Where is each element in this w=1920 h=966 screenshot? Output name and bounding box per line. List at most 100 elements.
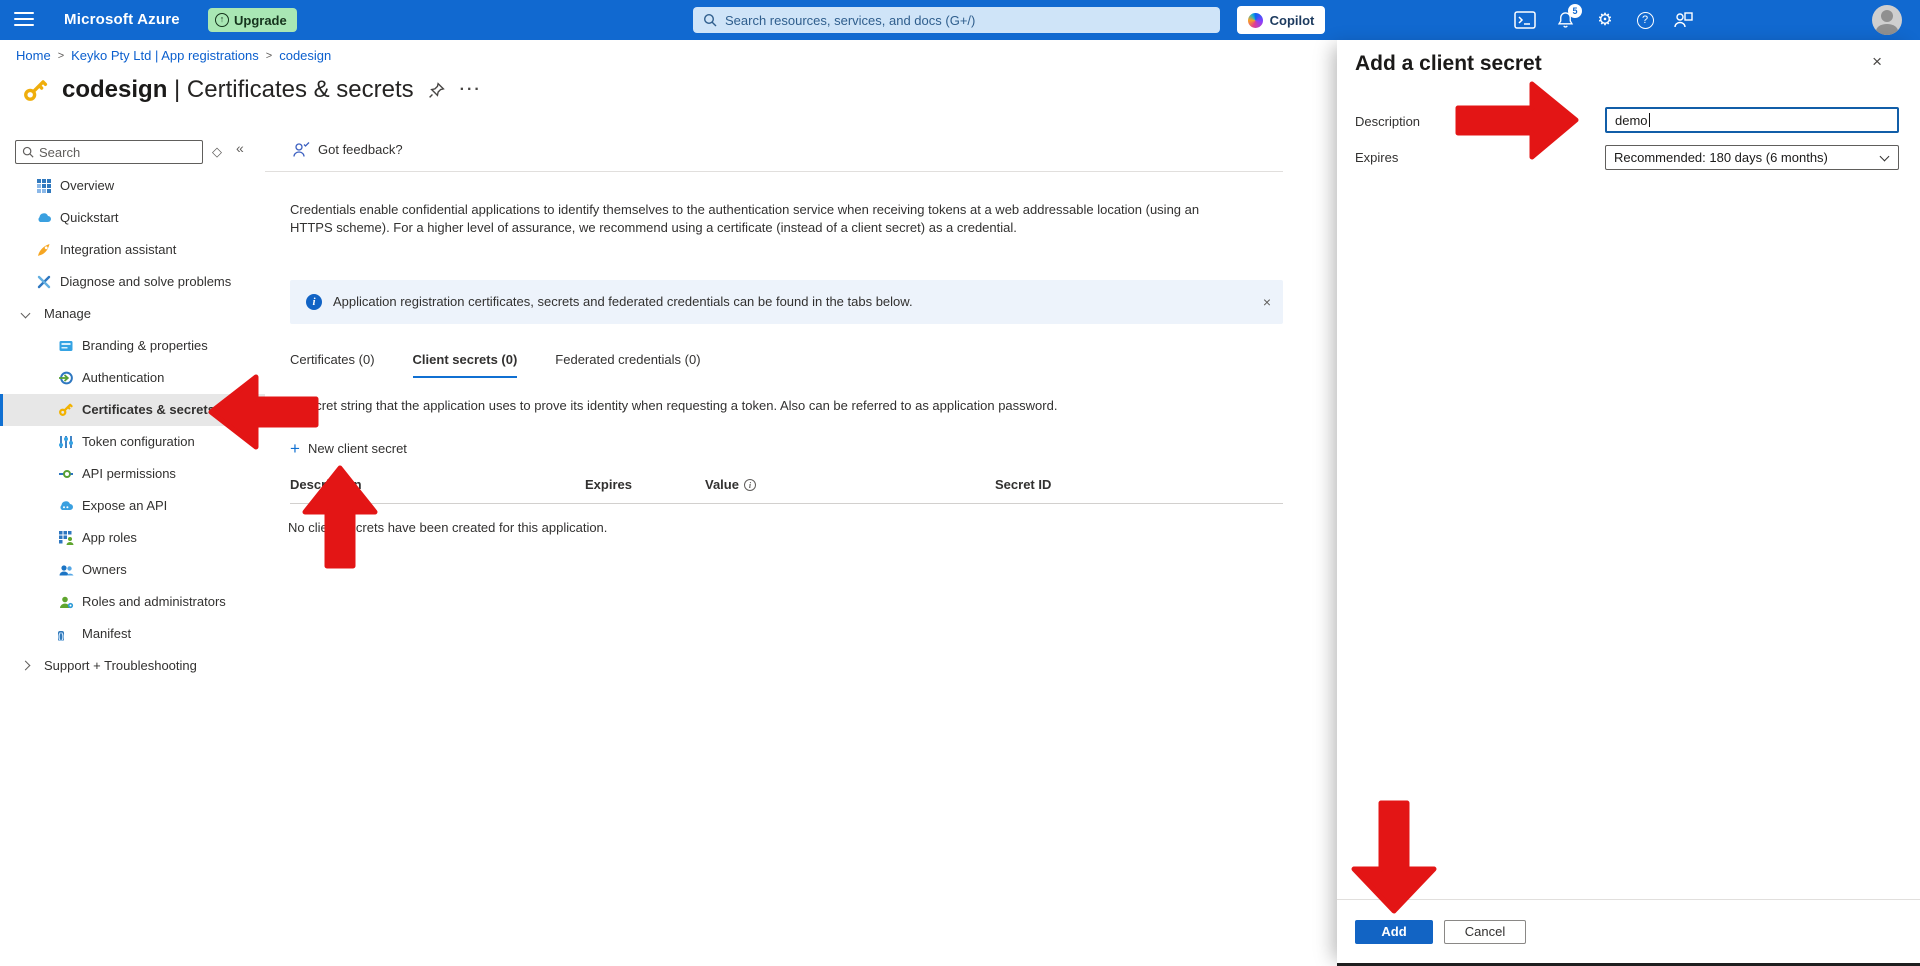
global-search	[693, 7, 1220, 33]
plus-icon: +	[290, 440, 300, 457]
description-field[interactable]	[1607, 109, 1897, 131]
sidebar-item-diagnose[interactable]: Diagnose and solve problems	[0, 266, 265, 298]
api-permissions-icon	[58, 466, 74, 482]
cancel-button[interactable]: Cancel	[1444, 920, 1526, 944]
credential-tabs: Certificates (0) Client secrets (0) Fede…	[290, 352, 701, 378]
sidebar-search	[15, 140, 203, 164]
sidebar-group-support[interactable]: Support + Troubleshooting	[0, 650, 265, 682]
breadcrumb: Home > Keyko Pty Ltd | App registrations…	[16, 48, 331, 63]
tab-certificates[interactable]: Certificates (0)	[290, 352, 375, 378]
cloud-api-icon	[58, 498, 74, 514]
column-secret-id[interactable]: Secret ID	[995, 477, 1051, 492]
feedback-person-icon	[292, 141, 310, 158]
expires-dropdown[interactable]: Recommended: 180 days (6 months)	[1605, 145, 1899, 170]
sidebar-item-token-configuration[interactable]: Token configuration	[0, 426, 265, 458]
top-bar: Microsoft Azure ↑ Upgrade Copilot 5 ⚙ ?	[0, 0, 1920, 40]
sidebar-item-overview[interactable]: Overview	[0, 170, 265, 202]
sidebar-item-app-roles[interactable]: App roles	[0, 522, 265, 554]
more-actions-icon[interactable]: ···	[460, 81, 482, 99]
chevron-down-icon	[21, 309, 31, 319]
upgrade-label: Upgrade	[234, 13, 287, 28]
manifest-icon: ()	[58, 626, 74, 642]
panel-title: Add a client secret	[1355, 52, 1542, 76]
chevron-down-icon	[1880, 152, 1890, 162]
sidebar-item-branding[interactable]: Branding & properties	[0, 330, 265, 362]
add-button[interactable]: Add	[1355, 920, 1433, 944]
sidebar-group-manage[interactable]: Manage	[0, 298, 265, 330]
search-icon	[22, 146, 34, 158]
page-title: codesign | Certificates & secrets	[62, 76, 414, 104]
sidebar-item-roles-administrators[interactable]: Roles and administrators	[0, 586, 265, 618]
page-title-row: codesign | Certificates & secrets ···	[22, 76, 482, 104]
roles-admin-icon	[58, 594, 74, 610]
global-search-input[interactable]	[725, 13, 1210, 28]
notifications-bell-icon[interactable]: 5	[1552, 0, 1578, 40]
rocket-icon	[36, 242, 52, 258]
tab-client-secrets[interactable]: Client secrets (0)	[413, 352, 518, 378]
tab-federated-credentials[interactable]: Federated credentials (0)	[555, 352, 700, 378]
sidebar-item-quickstart[interactable]: Quickstart	[0, 202, 265, 234]
sidebar: ◇ Overview Quickstart Integration assist…	[0, 126, 265, 966]
secrets-table-header: Description Expires Valuei Secret ID	[290, 477, 1283, 504]
breadcrumb-separator: >	[266, 50, 272, 62]
text-cursor	[1649, 113, 1650, 127]
app-roles-icon	[58, 530, 74, 546]
sidebar-search-input[interactable]	[39, 145, 196, 160]
info-banner-text: Application registration certificates, s…	[333, 280, 913, 324]
description-field-wrap	[1605, 107, 1899, 133]
authentication-icon	[58, 370, 74, 386]
copilot-label: Copilot	[1270, 13, 1315, 28]
upgrade-arrow-icon: ↑	[215, 13, 229, 27]
sidebar-item-expose-an-api[interactable]: Expose an API	[0, 490, 265, 522]
upgrade-button[interactable]: ↑ Upgrade	[208, 8, 297, 32]
sidebar-item-integration-assistant[interactable]: Integration assistant	[0, 234, 265, 266]
column-value[interactable]: Valuei	[705, 477, 756, 492]
info-banner: i Application registration certificates,…	[290, 280, 1283, 324]
key-icon	[58, 402, 74, 418]
settings-gear-icon[interactable]: ⚙	[1592, 0, 1618, 40]
column-description[interactable]: Description	[290, 477, 362, 492]
got-feedback-button[interactable]: Got feedback?	[292, 141, 403, 158]
panel-close-icon[interactable]: ×	[1872, 52, 1882, 72]
expires-value: Recommended: 180 days (6 months)	[1614, 150, 1828, 165]
banner-close-icon[interactable]: ×	[1263, 280, 1271, 324]
hamburger-menu-icon[interactable]	[14, 12, 34, 28]
owners-icon	[58, 562, 74, 578]
help-icon[interactable]: ?	[1632, 0, 1658, 40]
feedback-icon[interactable]	[1670, 0, 1696, 40]
command-bar-divider	[265, 171, 1283, 172]
breadcrumb-codesign[interactable]: codesign	[279, 48, 331, 63]
copilot-button[interactable]: Copilot	[1237, 6, 1325, 34]
breadcrumb-separator: >	[58, 50, 64, 62]
cloud-shell-icon[interactable]	[1512, 0, 1538, 40]
value-info-icon: i	[744, 479, 756, 491]
notification-badge: 5	[1568, 4, 1582, 18]
brand-title[interactable]: Microsoft Azure	[64, 0, 180, 40]
info-icon: i	[306, 294, 322, 310]
pin-icon[interactable]	[428, 81, 446, 99]
sidebar-item-api-permissions[interactable]: API permissions	[0, 458, 265, 490]
sidebar-item-certificates-secrets[interactable]: Certificates & secrets	[0, 394, 265, 426]
sidebar-item-authentication[interactable]: Authentication	[0, 362, 265, 394]
azure-portal-page: Microsoft Azure ↑ Upgrade Copilot 5 ⚙ ? …	[0, 0, 1920, 966]
new-client-secret-button[interactable]: + New client secret	[290, 440, 407, 457]
breadcrumb-app-registrations[interactable]: Keyko Pty Ltd | App registrations	[71, 48, 259, 63]
sidebar-item-manifest[interactable]: () Manifest	[0, 618, 265, 650]
key-icon	[22, 77, 48, 103]
add-client-secret-panel: Add a client secret × Description Expire…	[1337, 40, 1920, 966]
sidebar-filter-icon[interactable]: ◇	[212, 140, 222, 164]
breadcrumb-home[interactable]: Home	[16, 48, 51, 63]
copilot-icon	[1248, 13, 1263, 28]
column-expires[interactable]: Expires	[585, 477, 632, 492]
branding-icon	[58, 338, 74, 354]
empty-table-message: No client secrets have been created for …	[288, 520, 607, 535]
panel-footer-divider	[1337, 899, 1920, 900]
sidebar-item-owners[interactable]: Owners	[0, 554, 265, 586]
description-label: Description	[1355, 114, 1420, 129]
client-secret-description: A secret string that the application use…	[290, 398, 1057, 413]
account-avatar[interactable]	[1872, 5, 1902, 35]
quickstart-icon	[36, 210, 52, 226]
tools-icon	[36, 274, 52, 290]
collapse-menu-icon[interactable]: «	[236, 140, 244, 156]
chevron-right-icon	[21, 661, 31, 671]
